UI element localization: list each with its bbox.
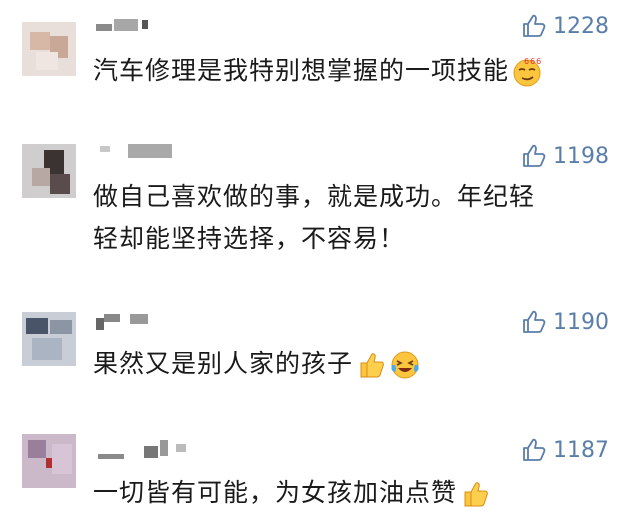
thumbs-up-emoji [464, 482, 488, 507]
thumbs-up-icon [523, 438, 546, 461]
like-button[interactable]: 1190 [519, 308, 609, 336]
thumbs-up-emoji [360, 353, 384, 378]
comment-item: 1190 果然又是别人家的孩子 [0, 288, 641, 408]
thumbs-up-icon [523, 144, 546, 167]
comment-item: 1198 做自己喜欢做的事，就是成功。年纪轻 轻却能坚持选择，不容易！ [0, 118, 641, 288]
thumbs-up-icon [523, 14, 546, 37]
like-count: 1228 [553, 13, 609, 39]
like-button[interactable]: 1228 [519, 12, 609, 40]
comment-text: 汽车修理是我特别想掌握的一项技能 666 [93, 50, 613, 92]
svg-text:666: 666 [524, 57, 542, 66]
avatar[interactable] [22, 434, 76, 488]
like-count: 1187 [553, 437, 609, 463]
avatar[interactable] [22, 22, 76, 76]
comment-text: 果然又是别人家的孩子 [93, 343, 613, 385]
comment-item: 1187 一切皆有可能，为女孩加油点赞 [0, 408, 641, 523]
thumbs-up-icon [523, 310, 546, 333]
avatar[interactable] [22, 312, 76, 366]
like-button[interactable]: 1198 [519, 142, 609, 170]
comment-text-line: 做自己喜欢做的事，就是成功。年纪轻 [93, 182, 536, 211]
comment-text: 一切皆有可能，为女孩加油点赞 [93, 472, 613, 514]
like-button[interactable]: 1187 [519, 436, 609, 464]
comment-item: 1228 汽车修理是我特别想掌握的一项技能 666 [0, 0, 641, 118]
like-count: 1198 [553, 143, 609, 169]
smirk-666-emoji: 666 [513, 57, 542, 87]
avatar[interactable] [22, 144, 76, 198]
comment-text-line: 轻却能坚持选择，不容易！ [93, 224, 406, 253]
laughing-crying-emoji [391, 351, 419, 379]
comment-text: 做自己喜欢做的事，就是成功。年纪轻 轻却能坚持选择，不容易！ [93, 176, 613, 260]
like-count: 1190 [553, 309, 609, 335]
